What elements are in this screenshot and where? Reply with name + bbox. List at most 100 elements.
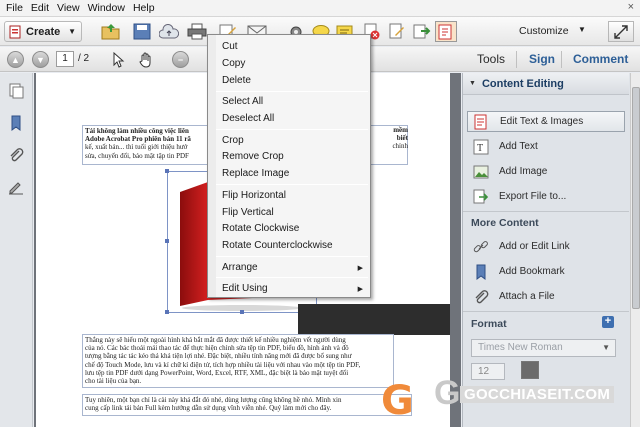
menu-item-crop[interactable]: Crop — [222, 135, 244, 146]
menu-item-edit-using[interactable]: Edit Using — [222, 283, 268, 294]
add-text-button[interactable]: T Add Text — [467, 136, 625, 157]
submenu-arrow-icon: ▶ — [357, 265, 363, 272]
full-screen-button[interactable] — [608, 21, 634, 42]
next-page-button[interactable]: ▼ — [32, 51, 49, 68]
tab-sign[interactable]: Sign — [529, 52, 555, 66]
chevron-down-icon[interactable]: ▼ — [578, 25, 586, 34]
edit-document-icon[interactable] — [386, 21, 408, 42]
signatures-icon[interactable] — [8, 179, 24, 195]
add-edit-link-button[interactable]: Add or Edit Link — [467, 236, 625, 257]
tab-tools[interactable]: Tools — [477, 52, 505, 66]
text-line: cho tài liệu của bạn. — [85, 377, 142, 386]
add-image-button[interactable]: Add Image — [467, 161, 625, 182]
menu-item-cut[interactable]: Cut — [222, 41, 238, 52]
add-edit-link-label: Add or Edit Link — [499, 241, 570, 252]
open-folder-icon[interactable] — [100, 21, 122, 42]
menu-item-delete[interactable]: Delete — [222, 75, 251, 86]
create-pdf-icon — [9, 25, 21, 38]
svg-text:T: T — [477, 143, 483, 154]
text-line: tượng bằng tác tác kéo thả khá tiện lợi … — [85, 352, 352, 361]
menu-item-copy[interactable]: Copy — [222, 58, 245, 69]
page-thumbnails-icon[interactable] — [8, 83, 24, 99]
menu-item-flip-vertical[interactable]: Flip Vertical — [222, 207, 274, 218]
create-label: Create — [26, 25, 61, 38]
add-image-label: Add Image — [499, 166, 548, 177]
add-format-button[interactable]: + — [602, 316, 614, 328]
menu-item-rotate-clockwise[interactable]: Rotate Clockwise — [222, 223, 299, 234]
page-total: / 2 — [78, 53, 90, 64]
content-editing-header[interactable]: ▼ Content Editing — [463, 73, 629, 95]
text-line: Thắng này sẽ hiểu một ngoài hình khá bắt… — [85, 336, 346, 344]
hand-tool-icon[interactable] — [135, 49, 157, 70]
tab-divider — [561, 51, 562, 68]
create-button[interactable]: Create ▼ — [4, 21, 82, 42]
watermark-g-icon: G — [434, 374, 461, 412]
menu-item-flip-horizontal[interactable]: Flip Horizontal — [222, 190, 286, 201]
menu-view[interactable]: View — [55, 2, 86, 14]
format-title: Format — [471, 318, 507, 330]
tab-comment[interactable]: Comment — [573, 52, 628, 66]
paperclip-icon — [473, 289, 489, 305]
previous-page-button[interactable]: ▲ — [7, 51, 24, 68]
select-cursor-icon[interactable] — [108, 49, 130, 70]
menu-item-arrange[interactable]: Arrange — [222, 262, 258, 273]
attachments-paperclip-icon[interactable] — [8, 147, 24, 163]
customize-menu[interactable]: Customize — [519, 25, 569, 37]
collapse-triangle-icon: ▼ — [469, 80, 476, 87]
add-bookmark-label: Add Bookmark — [499, 266, 565, 277]
text-line: của nó. Các bác thoải mái thao tác để th… — [85, 344, 349, 353]
menu-help[interactable]: Help — [131, 2, 161, 14]
text-line: chỉnh — [392, 142, 408, 151]
text-block-download[interactable]: Tuy nhiên, một bạn chỉ là cài này khá đắ… — [82, 394, 412, 416]
resize-handle[interactable] — [165, 239, 169, 243]
chevron-down-icon: ▼ — [602, 343, 610, 352]
add-image-icon — [473, 164, 489, 180]
menu-item-select-all[interactable]: Select All — [222, 96, 263, 107]
font-family-select[interactable]: Times New Roman ▼ — [471, 339, 616, 357]
attach-file-button[interactable]: Attach a File — [467, 286, 625, 307]
resize-handle[interactable] — [165, 169, 169, 173]
cloud-upload-icon[interactable] — [158, 21, 180, 42]
scrollbar-thumb[interactable] — [632, 87, 640, 309]
edit-text-image-icon — [474, 114, 490, 130]
resize-handle[interactable] — [165, 310, 169, 314]
bookmark-icon — [473, 264, 489, 280]
export-file-icon — [473, 189, 489, 205]
menu-gutter — [208, 35, 216, 297]
redaction-bar — [298, 304, 450, 335]
menu-separator — [216, 91, 368, 92]
edit-text-images-button[interactable]: Edit Text & Images — [467, 111, 625, 132]
bookmarks-icon[interactable] — [8, 115, 24, 131]
text-line: chế độ Touch Mode, lưu và kí chữ kí điện… — [85, 360, 361, 369]
export-file-button[interactable]: Export File to... — [467, 186, 625, 207]
zoom-out-button[interactable]: − — [172, 51, 189, 68]
attach-file-label: Attach a File — [499, 291, 555, 302]
page-number-input[interactable]: 1 — [56, 51, 74, 67]
menu-separator — [216, 256, 368, 257]
content-editing-title: Content Editing — [481, 77, 564, 90]
text-line: lưu tệp tin PDF dưới dạng PowerPoint, Wo… — [85, 368, 349, 377]
menu-item-remove-crop[interactable]: Remove Crop — [222, 151, 284, 162]
edit-text-images-label: Edit Text & Images — [500, 116, 584, 127]
add-text-label: Add Text — [499, 141, 538, 152]
link-icon — [473, 239, 489, 255]
print-icon[interactable] — [186, 21, 208, 42]
menu-item-rotate-counterclockwise[interactable]: Rotate Counterclockwise — [222, 240, 333, 251]
menu-window[interactable]: Window — [86, 2, 131, 14]
close-doc-icon[interactable]: × — [628, 1, 634, 13]
chevron-down-icon: ▼ — [68, 27, 76, 36]
submenu-arrow-icon: ▶ — [357, 286, 363, 293]
edit-text-image-tool-icon[interactable] — [435, 21, 457, 42]
export-icon[interactable] — [411, 21, 433, 42]
section-divider — [463, 311, 629, 312]
context-menu: Cut Copy Delete Select All Deselect All … — [207, 34, 371, 298]
save-icon[interactable] — [131, 21, 153, 42]
menu-item-deselect-all[interactable]: Deselect All — [222, 113, 274, 124]
menu-file[interactable]: File — [4, 2, 29, 14]
add-bookmark-button[interactable]: Add Bookmark — [467, 261, 625, 282]
menu-item-replace-image[interactable]: Replace Image — [222, 168, 289, 179]
resize-handle[interactable] — [240, 310, 244, 314]
menu-edit[interactable]: Edit — [29, 2, 55, 14]
watermark-logo: G G GOCCHIASEIT.COM — [376, 372, 640, 427]
text-block-features[interactable]: Thắng này sẽ hiểu một ngoài hình khá bắt… — [82, 334, 394, 388]
